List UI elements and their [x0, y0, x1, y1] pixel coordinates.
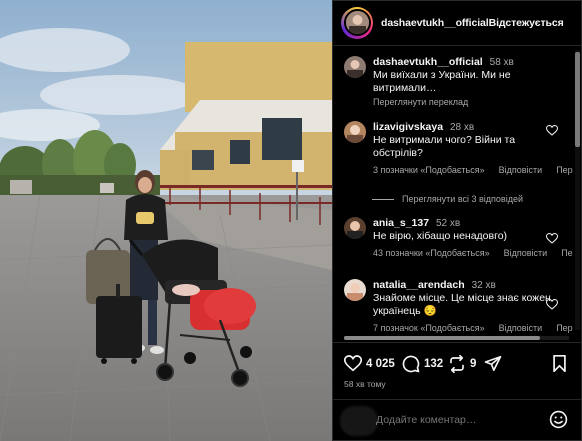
comment-item: lizavigivskaya 28 хв Не витримали чого? …	[344, 121, 573, 177]
comment-username[interactable]: dashaevtukh__official	[373, 56, 483, 68]
comment-text: Знайоме місце. Це місце знає кожен украї…	[373, 292, 551, 317]
repost-button[interactable]: 9	[448, 355, 476, 373]
emoji-icon[interactable]	[549, 410, 568, 434]
author-story-ring[interactable]	[341, 6, 373, 39]
translate-link[interactable]: Пере	[561, 248, 573, 258]
comment-item: natalia__arendach 32 хв Знайоме місце. Ц…	[344, 279, 573, 335]
comment-icon	[402, 355, 420, 373]
comment-username[interactable]: natalia__arendach	[373, 279, 465, 291]
horizontal-scrollbar-thumb[interactable]	[344, 336, 540, 340]
heart-icon	[344, 355, 362, 372]
comment-avatar[interactable]	[344, 217, 366, 239]
comment-avatar[interactable]	[344, 279, 366, 301]
post-sidebar: dashaevtukh__official Відстежується dash…	[332, 0, 582, 441]
comments-list[interactable]: dashaevtukh__official 58 хв Ми виїхали з…	[332, 47, 582, 337]
comment-like-heart-icon[interactable]	[546, 125, 558, 136]
horizontal-scrollbar[interactable]	[344, 336, 569, 340]
comment-likes-count[interactable]: 43 позначки «Подобається»	[373, 248, 490, 258]
post-actions: 4 025 132 9 58 хв тому	[332, 342, 582, 398]
author-avatar[interactable]	[343, 9, 371, 36]
comment-text: Не витримали чого? Війни та обстрілів?	[373, 134, 516, 159]
comments-scrollbar-thumb[interactable]	[575, 52, 580, 147]
post-image	[0, 0, 332, 441]
repost-count: 9	[470, 358, 477, 370]
post-caption: dashaevtukh__official 58 хв Ми виїхали з…	[344, 56, 562, 109]
author-username[interactable]: dashaevtukh__official	[381, 17, 489, 29]
comment-avatar[interactable]	[344, 56, 366, 78]
comment-item: ania_s_137 52 хв Не вірю, хібащо ненадов…	[344, 217, 573, 260]
bookmark-icon	[553, 355, 566, 372]
comment-count: 132	[424, 358, 444, 370]
comment-username[interactable]: ania_s_137	[373, 217, 429, 229]
comment-time: 58 хв	[489, 57, 514, 68]
comment-input[interactable]	[376, 414, 536, 426]
share-button[interactable]	[484, 355, 502, 372]
post-header: dashaevtukh__official Відстежується	[332, 0, 582, 46]
comment-username[interactable]: lizavigivskaya	[373, 121, 443, 133]
comment-time: 32 хв	[471, 280, 496, 291]
comment-likes-count[interactable]: 3 позначки «Подобається»	[373, 165, 485, 175]
comment-time: 52 хв	[435, 218, 461, 229]
comment-like-heart-icon[interactable]	[546, 299, 558, 310]
comment-like-heart-icon[interactable]	[546, 233, 558, 244]
reply-button[interactable]: Відповісти	[499, 165, 543, 175]
comment-text: Не вірю, хібащо ненадовго)	[373, 230, 508, 242]
save-button[interactable]	[552, 355, 567, 372]
comment-button[interactable]: 132	[402, 355, 443, 373]
reply-button[interactable]: Відповісти	[504, 248, 548, 258]
translate-link[interactable]: Пере	[556, 165, 573, 175]
post-photo[interactable]	[0, 0, 332, 441]
comment-time: 28 хв	[449, 122, 475, 133]
posted-time: 58 хв тому	[344, 379, 386, 389]
view-replies-button[interactable]: Переглянути всі 3 відповідей	[372, 194, 523, 204]
current-user-avatar	[340, 406, 378, 436]
like-count[interactable]: 4 025	[366, 358, 395, 370]
translate-link[interactable]: Переглянути переклад	[373, 97, 468, 107]
add-comment-bar	[332, 399, 582, 441]
follow-status-button[interactable]: Відстежується	[489, 17, 564, 29]
comment-avatar[interactable]	[344, 121, 366, 143]
comment-text: Ми виїхали з України. Ми не витримали…	[373, 69, 511, 94]
like-button[interactable]: 4 025	[344, 355, 395, 372]
reply-button[interactable]: Відповісти	[499, 323, 543, 333]
repost-icon	[450, 355, 464, 373]
view-replies-label[interactable]: Переглянути всі 3 відповідей	[402, 194, 523, 204]
comment-likes-count[interactable]: 7 позначок «Подобається»	[373, 323, 485, 333]
share-icon	[484, 355, 502, 372]
translate-link[interactable]: Пере	[556, 323, 573, 333]
